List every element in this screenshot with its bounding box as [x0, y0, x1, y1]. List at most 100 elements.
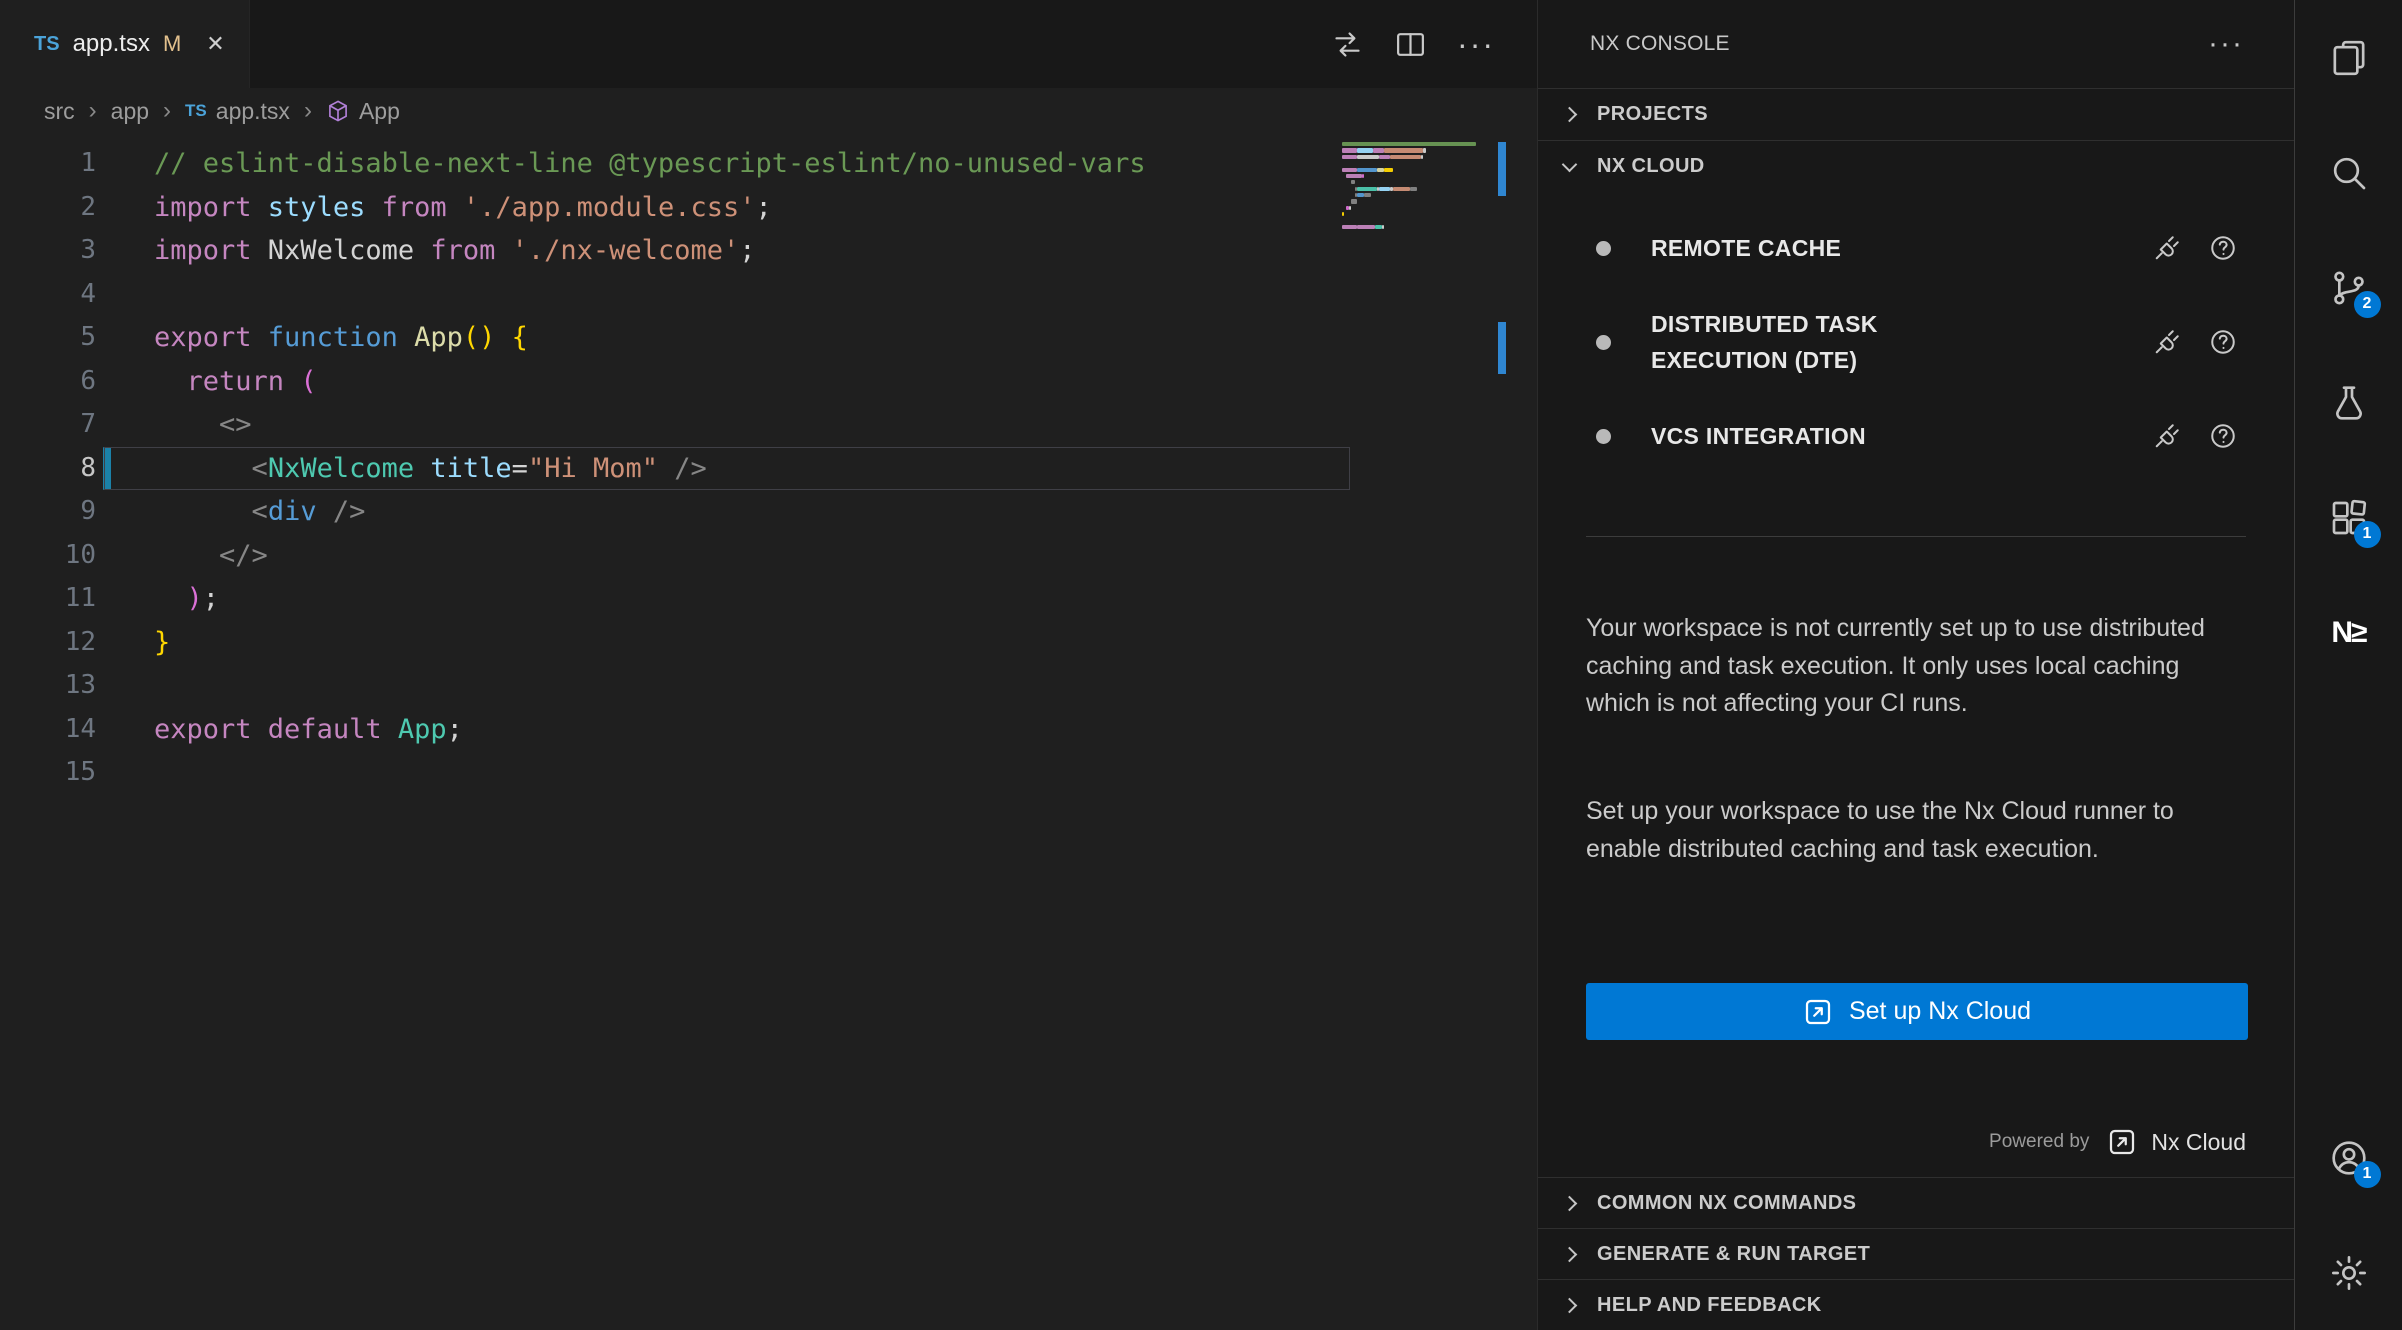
tab-app-tsx[interactable]: TS app.tsx M ✕ [0, 0, 250, 88]
activity-bar-bottom: 1 [2295, 1100, 2402, 1330]
code-text: </> [154, 534, 268, 578]
panel-sections-top: PROJECTS NX CLOUD [1538, 88, 2294, 192]
minimap-token [1379, 155, 1390, 159]
minimap-token [1390, 155, 1421, 159]
minimap-token [1351, 180, 1355, 184]
activity-item-testing[interactable] [2295, 345, 2402, 460]
chevron-right-icon [1562, 107, 1578, 123]
section-help-and-feedback[interactable]: HELP AND FEEDBACK [1538, 1279, 2294, 1330]
breadcrumb-label: src [44, 98, 75, 125]
code-line[interactable]: 13 [0, 664, 1490, 708]
section-common-nx-commands[interactable]: COMMON NX COMMANDS [1538, 1177, 2294, 1228]
section-label: HELP AND FEEDBACK [1597, 1294, 1822, 1317]
gutter [103, 708, 111, 752]
nx-cloud-items: REMOTE CACHEDISTRIBUTED TASK EXECUTION (… [1538, 196, 2294, 474]
section-projects[interactable]: PROJECTS [1538, 88, 2294, 140]
setup-nx-cloud-button[interactable]: Set up Nx Cloud [1586, 983, 2248, 1040]
git-modified-badge: M [163, 31, 181, 57]
minimap-token [1421, 155, 1423, 159]
help-icon[interactable] [2208, 327, 2238, 357]
code-line[interactable]: 2import styles from './app.module.css'; [0, 186, 1490, 230]
code-line[interactable]: 7 <> [0, 403, 1490, 447]
activity-item-explorer[interactable] [2295, 0, 2402, 115]
code-line[interactable]: 14export default App; [0, 708, 1490, 752]
connect-icon[interactable] [2152, 421, 2182, 451]
code-text: import NxWelcome from './nx-welcome'; [154, 229, 755, 273]
activity-item-nx-console[interactable]: N≥ [2295, 575, 2402, 690]
overview-ruler-modified-mark [1498, 142, 1506, 196]
minimap-indent [1342, 199, 1351, 203]
code-text: } [154, 621, 170, 665]
help-icon[interactable] [2208, 421, 2238, 451]
status-dot-icon [1596, 429, 1611, 444]
code-line[interactable]: 9 <div /> [0, 490, 1490, 534]
chevron-right-icon [1562, 1246, 1578, 1262]
breadcrumb-label: app.tsx [216, 98, 290, 125]
badge: 1 [2354, 521, 2381, 548]
minimap-token [1351, 199, 1358, 203]
line-number: 5 [0, 316, 96, 360]
activity-item-search[interactable] [2295, 115, 2402, 230]
line-number: 9 [0, 490, 96, 534]
activity-item-extensions[interactable]: 1 [2295, 460, 2402, 575]
close-icon[interactable]: ✕ [206, 31, 224, 57]
gutter [103, 403, 111, 447]
breadcrumb-item-app[interactable]: App [326, 98, 400, 125]
gutter [103, 229, 111, 273]
gutter [103, 360, 111, 404]
code-line[interactable]: 6 return ( [0, 360, 1490, 404]
code-text: import styles from './app.module.css'; [154, 186, 772, 230]
minimap-line [1342, 155, 1498, 159]
explorer-icon [2329, 38, 2369, 78]
search-icon [2329, 153, 2369, 193]
nx-cloud-item-distributed-task-execution-dte[interactable]: DISTRIBUTED TASK EXECUTION (DTE) [1538, 286, 2294, 398]
code-line[interactable]: 15 [0, 751, 1490, 795]
code-line[interactable]: 3import NxWelcome from './nx-welcome'; [0, 229, 1490, 273]
section-label: PROJECTS [1597, 103, 1708, 126]
section-nx-cloud[interactable]: NX CLOUD [1538, 140, 2294, 192]
code-text: <> [154, 403, 252, 447]
gutter [103, 577, 111, 621]
code-text: export default App; [154, 708, 463, 752]
open-changes-icon[interactable] [1331, 28, 1364, 61]
more-actions-icon[interactable]: ··· [2208, 27, 2244, 61]
code-line[interactable]: 1// eslint-disable-next-line @typescript… [0, 142, 1490, 186]
panel-header: NX CONSOLE ··· [1538, 0, 2294, 88]
breadcrumb-item-app[interactable]: app [111, 98, 149, 125]
gutter [103, 273, 111, 317]
activity-item-account[interactable]: 1 [2295, 1100, 2402, 1215]
minimap-token [1342, 212, 1344, 216]
code-text: <NxWelcome title="Hi Mom" /> [154, 447, 707, 491]
minimap[interactable] [1342, 142, 1498, 238]
workspace-description: Your workspace is not currently set up t… [1586, 610, 2206, 723]
minimap-line [1342, 168, 1498, 172]
code-line[interactable]: 12} [0, 621, 1490, 665]
code-line[interactable]: 5export function App() { [0, 316, 1490, 360]
minimap-token [1410, 187, 1417, 191]
line-number: 8 [0, 447, 96, 491]
activity-item-settings[interactable] [2295, 1215, 2402, 1330]
extensions-icon: 1 [2329, 498, 2369, 538]
nx-console-icon: N≥ [2329, 613, 2369, 653]
typescript-icon: TS [34, 33, 60, 56]
nx-cloud-item-vcs-integration[interactable]: VCS INTEGRATION [1538, 398, 2294, 474]
nx-cloud-item-remote-cache[interactable]: REMOTE CACHE [1538, 210, 2294, 286]
connect-icon[interactable] [2152, 233, 2182, 263]
activity-item-source-control[interactable]: 2 [2295, 230, 2402, 345]
more-actions-icon[interactable]: ··· [1457, 28, 1495, 61]
code-line[interactable]: 8 <NxWelcome title="Hi Mom" /> [0, 447, 1490, 491]
line-number: 10 [0, 534, 96, 578]
code-line[interactable]: 4 [0, 273, 1490, 317]
section-generate-run-target[interactable]: GENERATE & RUN TARGET [1538, 1228, 2294, 1279]
breadcrumb-item-src[interactable]: src [44, 98, 75, 125]
minimap-line [1342, 193, 1498, 197]
minimap-token [1364, 193, 1371, 197]
connect-icon[interactable] [2152, 327, 2182, 357]
breadcrumb-item-app-tsx[interactable]: TSapp.tsx [185, 98, 290, 125]
code-line[interactable]: 11 ); [0, 577, 1490, 621]
help-icon[interactable] [2208, 233, 2238, 263]
status-dot-icon [1596, 241, 1611, 256]
code-line[interactable]: 10 </> [0, 534, 1490, 578]
split-editor-icon[interactable] [1394, 28, 1427, 61]
minimap-line [1342, 180, 1498, 184]
